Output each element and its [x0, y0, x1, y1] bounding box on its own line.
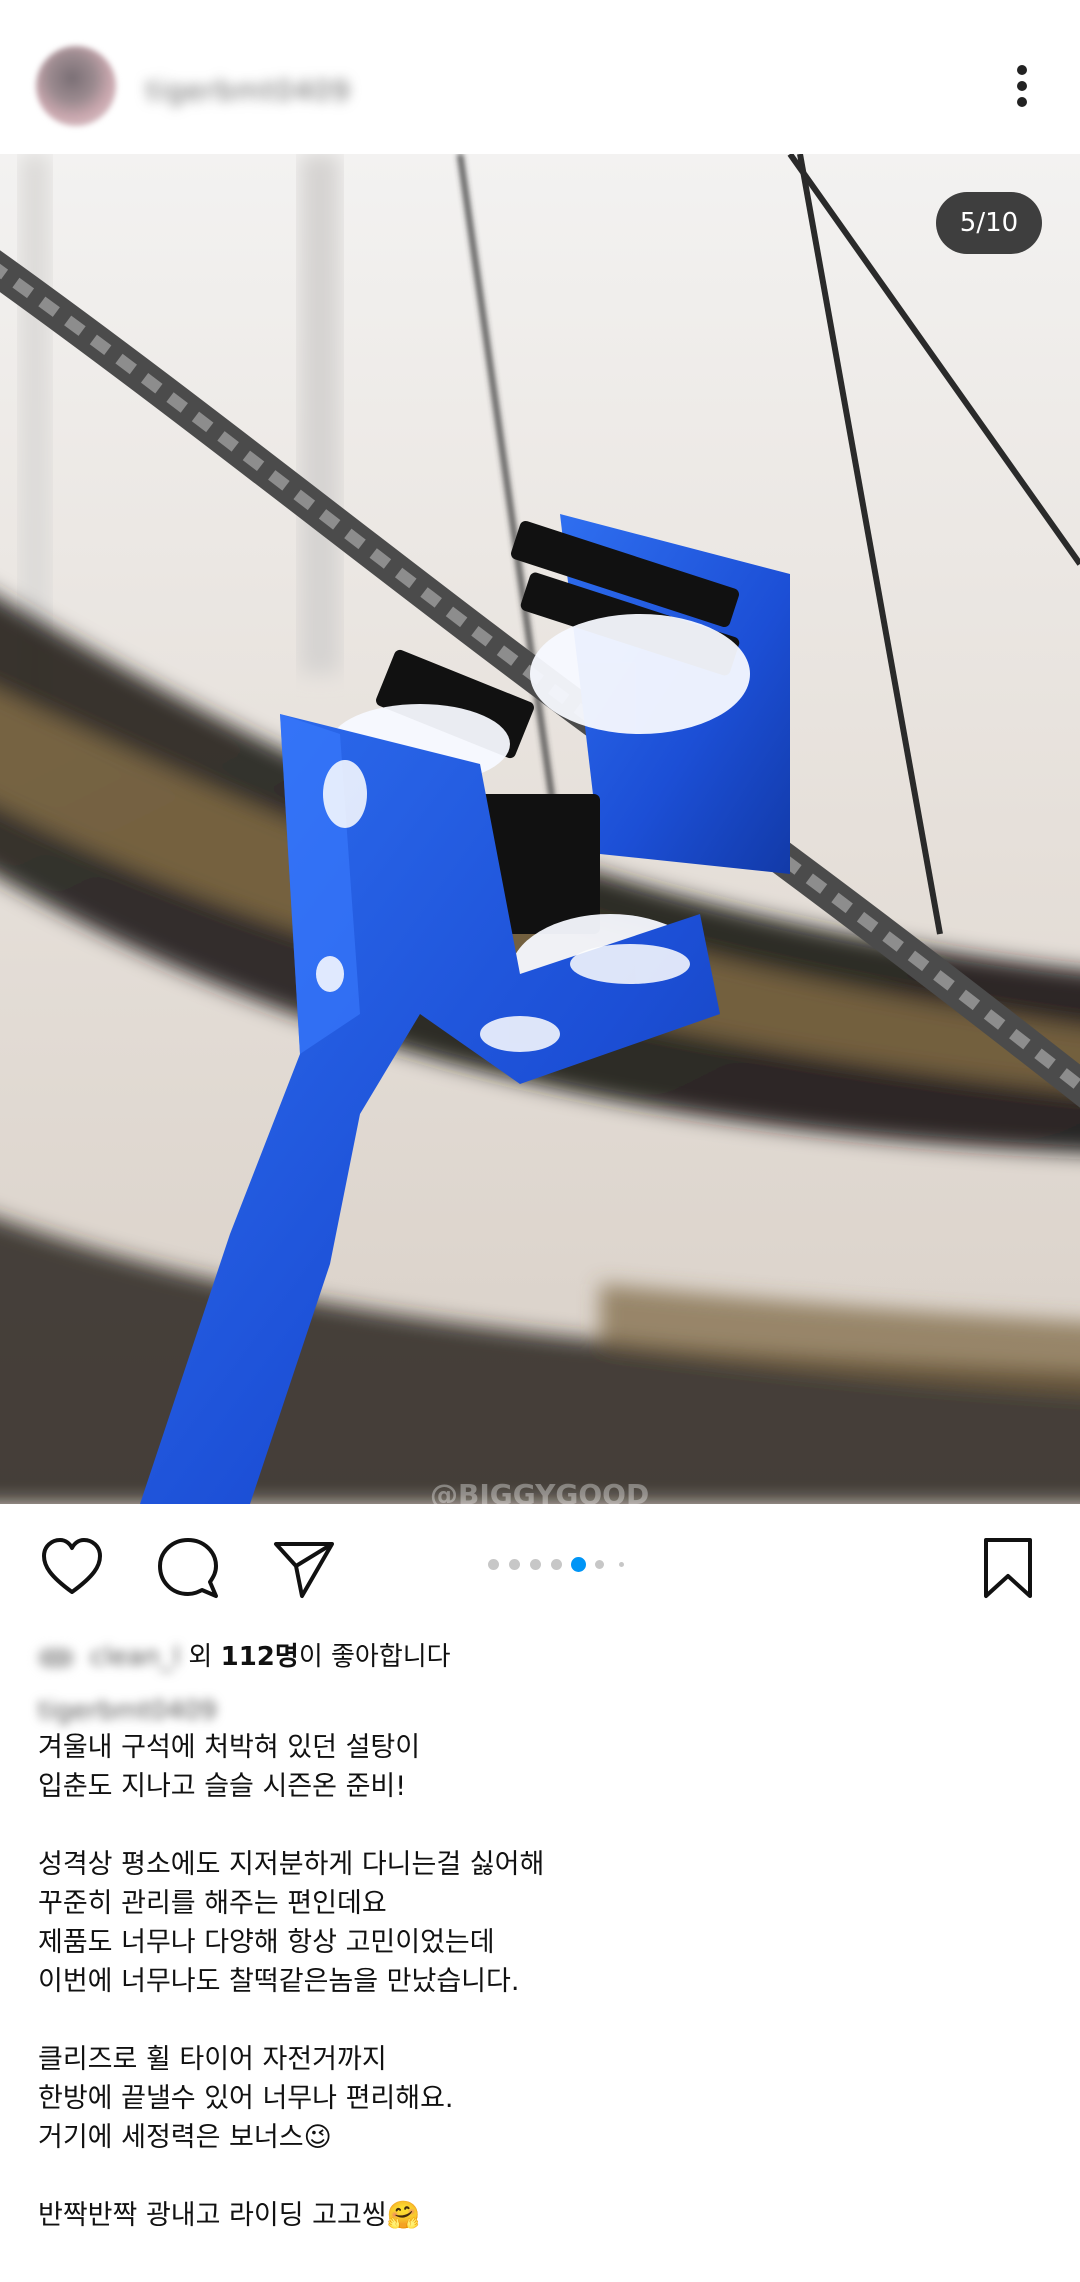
bookmark-icon[interactable]	[976, 1536, 1040, 1600]
carousel-dot	[509, 1559, 520, 1570]
liker-username[interactable]: clean_l	[90, 1642, 180, 1672]
caption-text: 겨울내 구석에 처박혀 있던 설탕이 입춘도 지나고 슬슬 시즌온 준비! 성격…	[38, 1732, 545, 2231]
carousel-dot	[595, 1560, 604, 1569]
comment-icon[interactable]	[156, 1536, 220, 1600]
post-photo-illustration: @BIGGYGOOD	[0, 154, 1080, 1504]
username[interactable]: tigerbmt0409	[146, 74, 351, 107]
post-image[interactable]: @BIGGYGOOD 5/10	[0, 154, 1080, 1504]
likes-count[interactable]: 112명	[221, 1642, 299, 1672]
avatar[interactable]	[36, 46, 116, 126]
likes-summary[interactable]: clean_l 외 112명이 좋아합니다	[38, 1636, 451, 1673]
likes-suffix: 이 좋아합니다	[298, 1642, 451, 1672]
carousel-counter-badge: 5/10	[936, 192, 1042, 254]
carousel-dot	[530, 1559, 541, 1570]
heart-icon[interactable]	[40, 1536, 104, 1600]
liker-avatar	[38, 1647, 74, 1668]
post-header: tigerbmt0409	[0, 0, 1080, 154]
carousel-dot-active	[571, 1557, 586, 1572]
carousel-dot	[488, 1559, 499, 1570]
more-vertical-icon[interactable]	[1006, 60, 1038, 112]
carousel-dot	[619, 1562, 624, 1567]
send-icon[interactable]	[272, 1536, 336, 1600]
carousel-dot	[551, 1559, 562, 1570]
watermark: @BIGGYGOOD	[430, 1478, 649, 1504]
likes-prefix: 외	[188, 1642, 221, 1672]
caption-username[interactable]: tigerbmt0409	[38, 1696, 217, 1726]
